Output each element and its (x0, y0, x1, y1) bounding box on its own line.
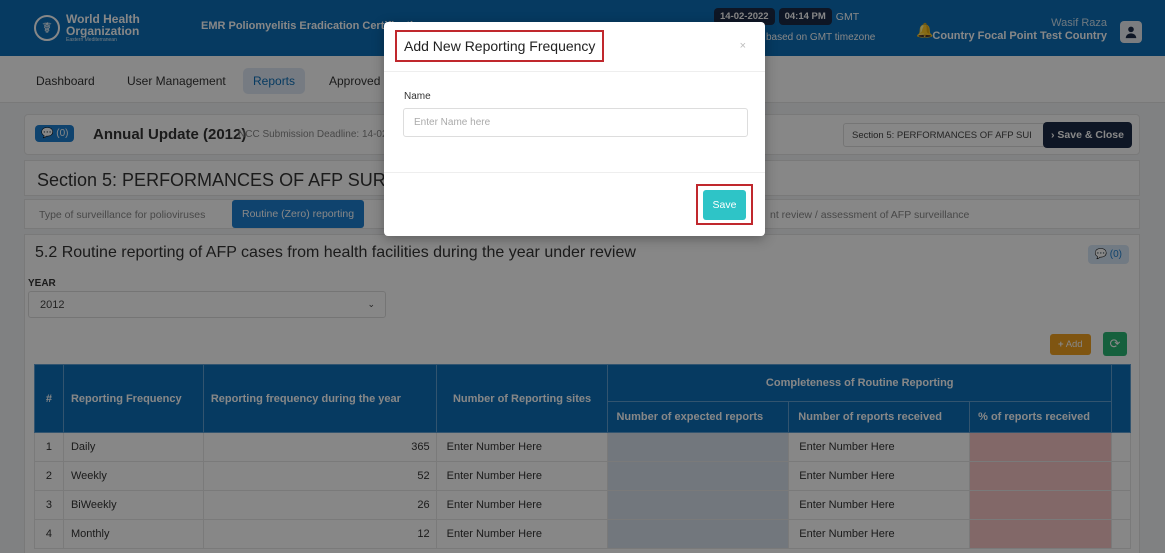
save-button[interactable]: Save (703, 190, 746, 220)
modal-title: Add New Reporting Frequency (395, 30, 605, 62)
name-label: Name (404, 91, 431, 102)
name-input[interactable] (403, 108, 748, 137)
modal-divider (384, 172, 765, 173)
add-frequency-modal: Add New Reporting Frequency × Name Save (384, 22, 765, 236)
close-icon[interactable]: × (740, 40, 746, 52)
modal-header: Add New Reporting Frequency × (384, 22, 765, 72)
